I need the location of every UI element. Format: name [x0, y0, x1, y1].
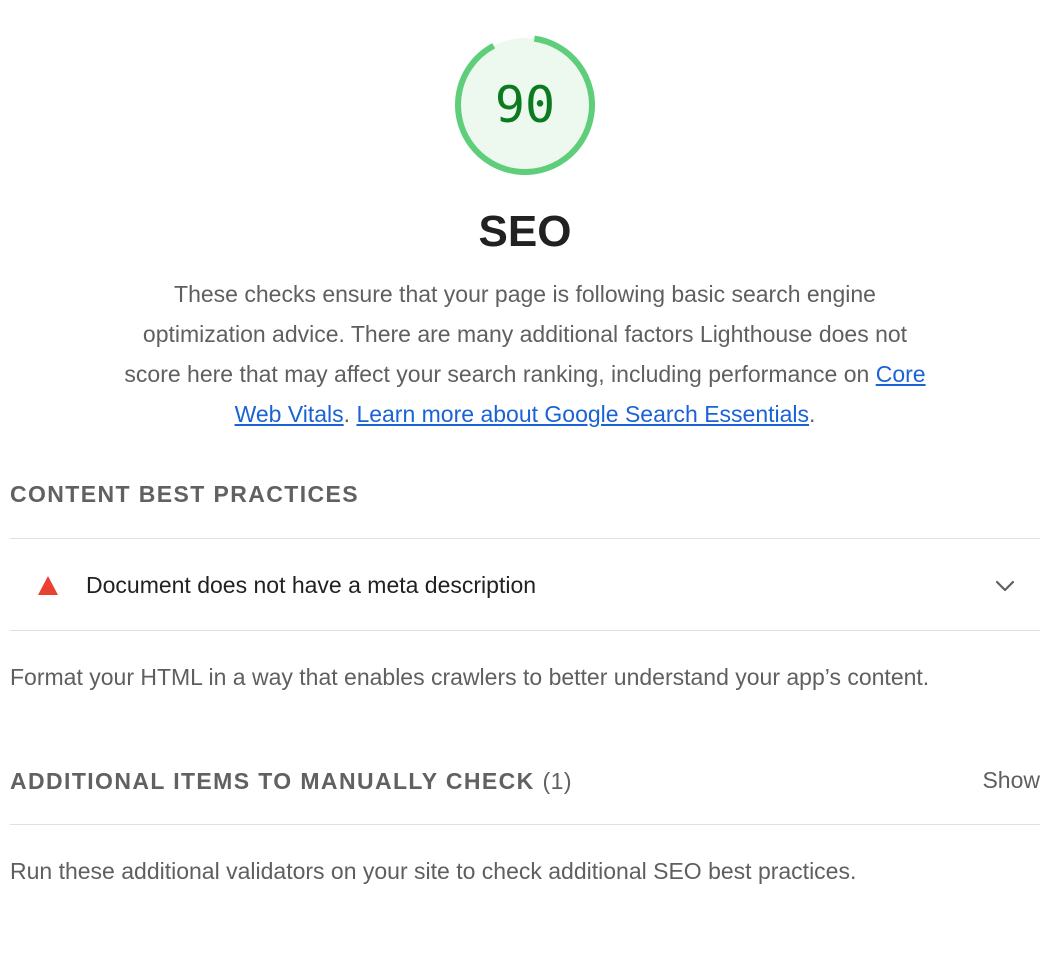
manual-group-description: Run these additional validators on your … — [10, 858, 857, 884]
divider — [10, 630, 1040, 631]
content-group-description: Format your HTML in a way that enables c… — [10, 664, 930, 690]
category-description: These checks ensure that your page is fo… — [120, 274, 930, 434]
manual-check-heading: ADDITIONAL ITEMS TO MANUALLY CHECK (1) — [10, 766, 572, 796]
category-description-text: These checks ensure that your page is fo… — [124, 281, 908, 387]
score-value: 90 — [494, 76, 556, 134]
fail-triangle-icon — [38, 576, 58, 595]
category-title: SEO — [478, 207, 572, 256]
description-separator: . — [343, 401, 357, 427]
audit-title: Document does not have a meta descriptio… — [86, 572, 537, 598]
description-end: . — [809, 401, 816, 427]
divider — [10, 824, 1040, 825]
audit-meta-description[interactable]: Document does not have a meta descriptio… — [10, 539, 1040, 631]
manual-check-title: ADDITIONAL ITEMS TO MANUALLY CHECK — [10, 768, 535, 794]
search-essentials-link[interactable]: Learn more about Google Search Essential… — [356, 401, 809, 427]
content-best-practices-heading: CONTENT BEST PRACTICES — [10, 481, 359, 507]
manual-check-count: (1) — [542, 768, 573, 794]
show-button[interactable]: Show — [960, 765, 1040, 795]
chevron-down-icon[interactable] — [994, 575, 1016, 597]
score-gauge: 90 — [452, 32, 598, 178]
